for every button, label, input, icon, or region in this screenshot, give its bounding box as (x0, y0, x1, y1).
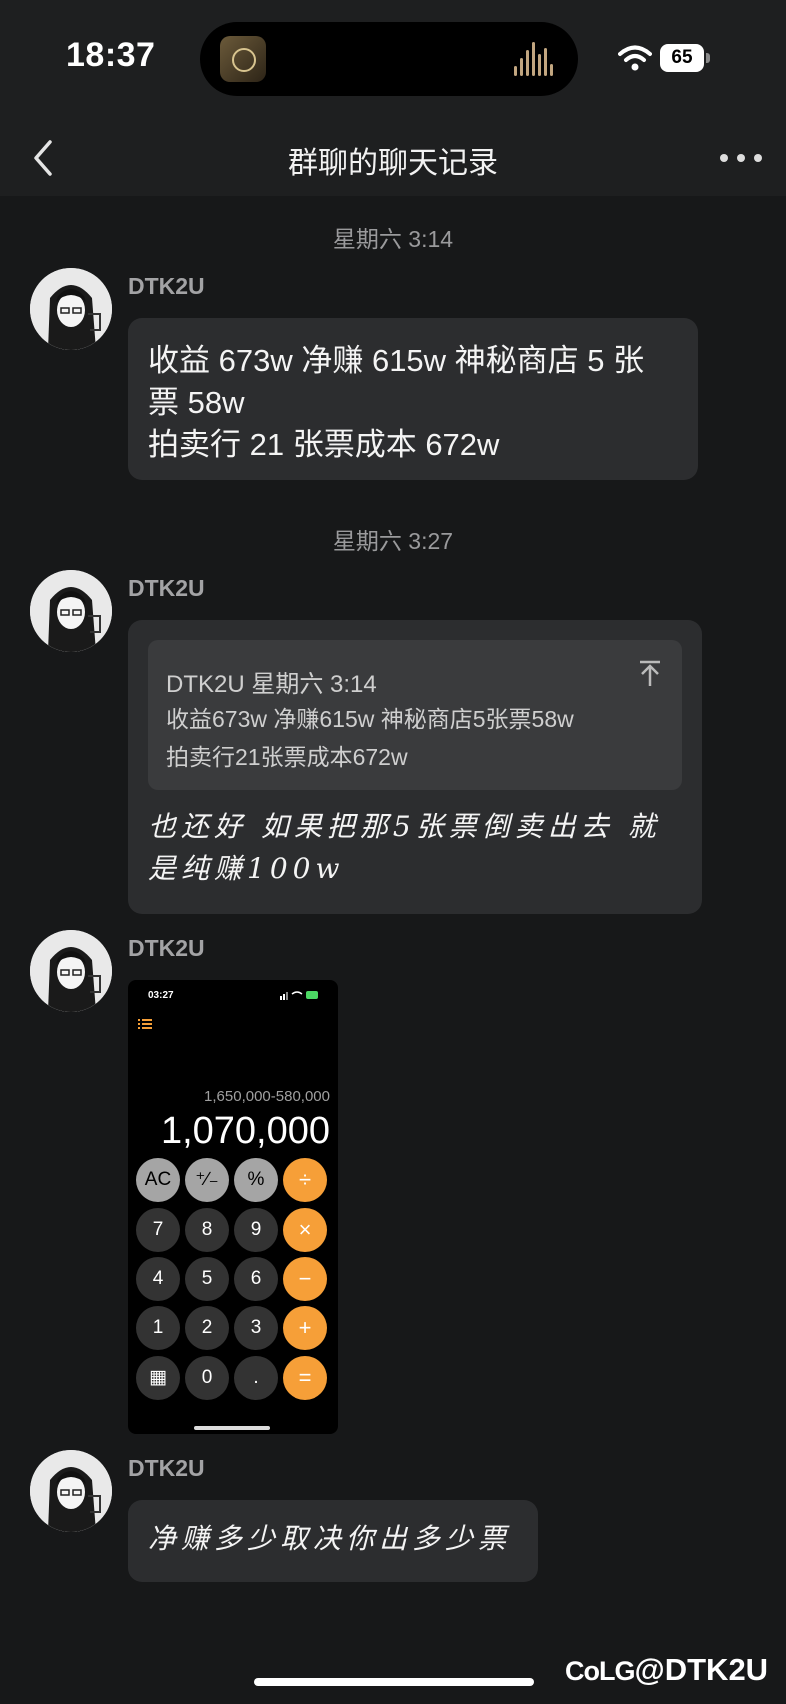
quote-line: 拍卖行21张票成本672w (166, 744, 408, 770)
calc-result: 1,070,000 (160, 1110, 330, 1152)
now-playing-app-icon[interactable] (220, 36, 266, 82)
message-bubble[interactable]: DTK2U 星期六 3:14 收益673w 净赚615w 神秘商店5张票58w … (128, 620, 702, 914)
calc-key: 6 (234, 1257, 278, 1301)
sender-name: DTK2U (128, 1455, 205, 1481)
sender-name: DTK2U (128, 575, 205, 601)
calc-expression: 1,650,000-580,000 (204, 1088, 330, 1105)
calc-key: 5 (185, 1257, 229, 1301)
avatar[interactable] (30, 930, 112, 1012)
calc-key: 1 (136, 1306, 180, 1350)
watermark-logo: CoLG (565, 1656, 635, 1686)
message-text: 收益 673w 净赚 615w 神秘商店 5 张 票 58w 拍卖行 21 张票… (148, 340, 682, 466)
calc-key: 3 (234, 1306, 278, 1350)
battery-indicator: 65 (660, 44, 710, 72)
message-line: 收益 673w 净赚 615w 神秘商店 5 张 (148, 343, 645, 378)
sender-name: DTK2U (128, 935, 205, 961)
jump-to-top-icon[interactable] (636, 658, 664, 688)
message-line: 拍卖行 21 张票成本 672w (148, 427, 500, 462)
message-line: 是纯赚100w (148, 852, 345, 885)
watermark-handle: @DTK2U (634, 1652, 769, 1687)
quoted-message[interactable]: DTK2U 星期六 3:14 收益673w 净赚615w 神秘商店5张票58w … (148, 640, 682, 790)
message-bubble[interactable]: 收益 673w 净赚 615w 神秘商店 5 张 票 58w 拍卖行 21 张票… (128, 318, 698, 480)
calc-key: ÷ (283, 1158, 327, 1202)
dynamic-island[interactable] (200, 22, 578, 96)
calc-key: = (283, 1356, 327, 1400)
message-line: 也还好 如果把那5张票倒卖出去 就 (148, 810, 661, 843)
message-timestamp: 星期六 3:14 (332, 226, 454, 252)
calc-home-indicator (194, 1426, 270, 1430)
calc-key: 7 (136, 1208, 180, 1252)
calc-key: × (283, 1208, 327, 1252)
calc-key: 9 (234, 1208, 278, 1252)
calc-key: 0 (185, 1356, 229, 1400)
calculator-screenshot-image[interactable]: 03:27 1,650,000-580,000 1,070,000 AC ⁺∕₋… (128, 980, 338, 1434)
calc-status-icons (280, 991, 318, 1000)
message-text: 净赚多少取决你出多少票 (148, 1518, 522, 1560)
avatar[interactable] (30, 268, 112, 350)
calc-key: 8 (185, 1208, 229, 1252)
calc-key: ▦ (136, 1356, 180, 1400)
message-line: 净赚多少取决你出多少票 (148, 1522, 512, 1555)
calc-key: % (234, 1158, 278, 1202)
status-time: 18:37 (66, 36, 156, 74)
quote-header: DTK2U 星期六 3:14 (166, 671, 377, 698)
message-timestamp: 星期六 3:27 (332, 528, 454, 554)
calc-key: . (234, 1356, 278, 1400)
calc-key: 2 (185, 1306, 229, 1350)
calc-key: AC (136, 1158, 180, 1202)
avatar[interactable] (30, 570, 112, 652)
sender-name: DTK2U (128, 273, 205, 299)
list-icon (138, 1019, 152, 1029)
more-options-button[interactable] (714, 134, 768, 178)
calc-status-time: 03:27 (148, 990, 174, 1001)
quote-line: 收益673w 净赚615w 神秘商店5张票58w (166, 706, 574, 732)
watermark: CoLG@DTK2U (565, 1652, 768, 1688)
nav-bar: 群聊的聊天记录 (0, 118, 786, 196)
calc-key: ⁺∕₋ (185, 1158, 229, 1202)
message-bubble[interactable]: 净赚多少取决你出多少票 (128, 1500, 538, 1582)
status-bar: 18:37 65 (0, 0, 786, 118)
audio-waveform-icon (514, 42, 556, 76)
message-line: 票 58w (148, 385, 245, 420)
avatar[interactable] (30, 1450, 112, 1532)
calc-key: 4 (136, 1257, 180, 1301)
home-indicator[interactable] (254, 1678, 534, 1686)
calc-key: − (283, 1257, 327, 1301)
message-text: 也还好 如果把那5张票倒卖出去 就 是纯赚100w (148, 806, 686, 890)
page-title: 群聊的聊天记录 (288, 147, 498, 180)
calc-key: + (283, 1306, 327, 1350)
wifi-icon (618, 45, 652, 71)
battery-level: 65 (671, 47, 693, 68)
